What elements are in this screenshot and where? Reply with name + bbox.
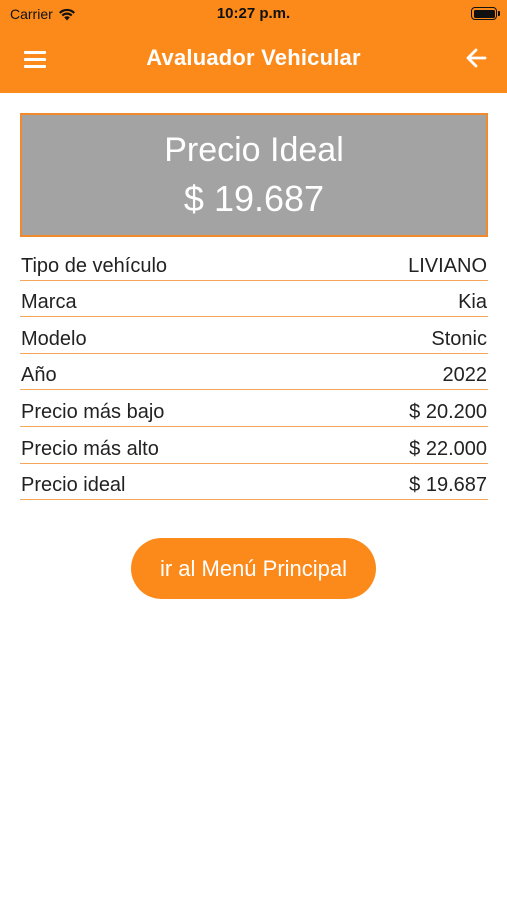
arrow-left-icon[interactable] bbox=[463, 44, 491, 72]
detail-row-lowest-price: Precio más bajo $ 20.200 bbox=[20, 390, 488, 427]
detail-value: Stonic bbox=[431, 327, 487, 350]
ideal-price-card: Precio Ideal $ 19.687 bbox=[20, 113, 488, 237]
detail-row-ideal-price: Precio ideal $ 19.687 bbox=[20, 464, 488, 501]
detail-label: Precio más alto bbox=[21, 437, 159, 460]
detail-label: Año bbox=[21, 364, 57, 387]
detail-row-year: Año 2022 bbox=[20, 354, 488, 391]
page-title: Avaluador Vehicular bbox=[146, 45, 361, 70]
detail-value: $ 22.000 bbox=[409, 437, 487, 460]
header: Carrier 10:27 p.m. Avaluador Vehicular bbox=[0, 0, 507, 93]
ideal-price-label: Precio Ideal bbox=[164, 131, 344, 169]
detail-label: Modelo bbox=[21, 327, 87, 350]
detail-row-brand: Marca Kia bbox=[20, 281, 488, 318]
detail-value: $ 19.687 bbox=[409, 474, 487, 497]
detail-value: $ 20.200 bbox=[409, 400, 487, 423]
detail-label: Precio ideal bbox=[21, 474, 126, 497]
app-bar: Avaluador Vehicular bbox=[0, 28, 507, 93]
detail-label: Precio más bajo bbox=[21, 400, 165, 423]
detail-value: 2022 bbox=[442, 364, 488, 387]
detail-value: LIVIANO bbox=[408, 254, 487, 277]
detail-label: Marca bbox=[21, 291, 77, 314]
ideal-price-value: $ 19.687 bbox=[183, 178, 325, 219]
vehicle-details-list: Tipo de vehículo LIVIANO Marca Kia Model… bbox=[20, 244, 488, 501]
detail-row-highest-price: Precio más alto $ 22.000 bbox=[20, 427, 488, 464]
status-bar: Carrier 10:27 p.m. bbox=[0, 0, 507, 28]
battery-icon bbox=[471, 7, 500, 20]
detail-value: Kia bbox=[458, 291, 487, 314]
detail-row-model: Modelo Stonic bbox=[20, 317, 488, 354]
detail-label: Tipo de vehículo bbox=[21, 254, 168, 277]
detail-row-vehicle-type: Tipo de vehículo LIVIANO bbox=[20, 244, 488, 281]
main-menu-button[interactable]: ir al Menú Principal bbox=[131, 538, 376, 599]
clock: 10:27 p.m. bbox=[216, 5, 291, 22]
